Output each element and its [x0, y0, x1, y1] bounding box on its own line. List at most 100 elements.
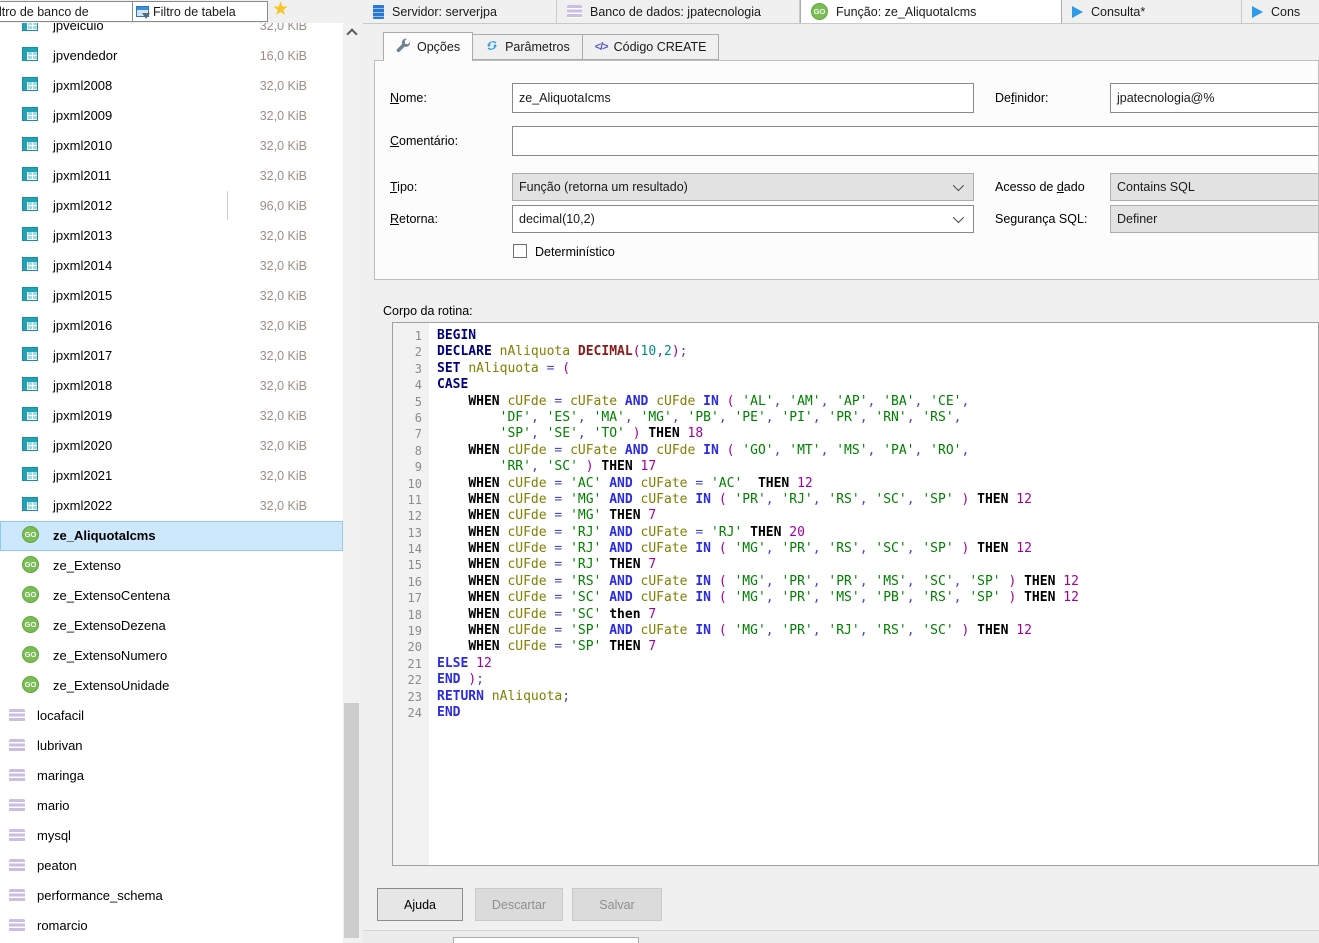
tree-item-jpxml2011[interactable]: jpxml2011 32,0 KiB — [0, 161, 343, 191]
code-line-3: SET nAliquota = ( — [437, 361, 1318, 377]
tree-item-ze_AliquotaIcms[interactable]: GOze_AliquotaIcms — [0, 521, 343, 551]
tree-item-label: locafacil — [37, 701, 84, 731]
tree-item-romarcio[interactable]: romarcio — [0, 911, 343, 941]
tree-item-label: romarcio — [37, 911, 88, 941]
tree-item-size: 32,0 KiB — [260, 23, 307, 41]
deterministico-checkbox[interactable] — [513, 244, 527, 258]
tree-item-locafacil[interactable]: locafacil — [0, 701, 343, 731]
tree-item-label: maringa — [37, 761, 84, 791]
tree-item-label: ze_ExtensoNumero — [53, 641, 167, 671]
tree-column-divider — [227, 191, 228, 220]
tab-database[interactable]: Banco de dados: jpatecnologia — [557, 0, 800, 23]
tab-opcoes[interactable]: Opções — [383, 32, 473, 61]
tab-parametros[interactable]: Parâmetros — [473, 34, 583, 60]
tree-item-size: 32,0 KiB — [260, 431, 307, 461]
tab-codigo-create[interactable]: </> Código CREATE — [583, 34, 720, 60]
tree-item-jpvendedor[interactable]: jpvendedor16,0 KiB — [0, 41, 343, 71]
tree-item-lubrivan[interactable]: lubrivan — [0, 731, 343, 761]
tree-item-jpxml2013[interactable]: jpxml201332,0 KiB — [0, 221, 343, 251]
routine-body-editor[interactable]: 123456789101112131415161718192021222324 … — [392, 322, 1319, 866]
tipo-label: Tipo: — [390, 180, 417, 194]
tree-item-mario[interactable]: mario — [0, 791, 343, 821]
tab-query-2[interactable]: Cons — [1242, 0, 1319, 23]
table-filter-input[interactable]: Filtro de tabela — [132, 1, 268, 22]
code-line-8: WHEN cUFde = cUFate AND cUFde IN ( 'GO',… — [437, 443, 1318, 459]
acesso-dados-value: Contains SQL — [1117, 180, 1195, 194]
comentario-input[interactable] — [512, 126, 1319, 156]
tree-item-jpxml2022[interactable]: jpxml202232,0 KiB — [0, 491, 343, 521]
table-icon — [22, 317, 38, 331]
tree-item-ze_ExtensoNumero[interactable]: GOze_ExtensoNumero — [0, 641, 343, 671]
tipo-dropdown[interactable]: Função (retorna um resultado) — [512, 173, 974, 201]
nome-input[interactable]: ze_AliquotaIcms — [512, 83, 974, 113]
database-icon — [9, 859, 25, 872]
tree-item-jpxml2014[interactable]: jpxml201432,0 KiB — [0, 251, 343, 281]
tree-item-label: jpxml2015 — [53, 281, 112, 311]
tree-item-jpxml2008[interactable]: jpxml200832,0 KiB — [0, 71, 343, 101]
tree-item-jpxml2012[interactable]: jpxml201296,0 KiB — [0, 191, 343, 221]
sidebar-toolbar: ltro de banco de Filtro de tabela ★ — [0, 0, 360, 23]
tree-item-jpxml2015[interactable]: jpxml201532,0 KiB — [0, 281, 343, 311]
acesso-dados-dropdown[interactable]: Contains SQL — [1110, 173, 1319, 201]
code-line-14: WHEN cUFde = 'RJ' AND cUFate IN ( 'MG', … — [437, 541, 1318, 557]
database-filter-input[interactable]: ltro de banco de — [0, 1, 135, 22]
tree-item-maringa[interactable]: maringa — [0, 761, 343, 791]
scrollbar-up-arrow-icon[interactable] — [343, 23, 360, 40]
tree-item-jpxml2018[interactable]: jpxml201832,0 KiB — [0, 371, 343, 401]
scrollbar-thumb[interactable] — [344, 703, 359, 938]
tree-item-jpxml2016[interactable]: jpxml201632,0 KiB — [0, 311, 343, 341]
table-icon — [22, 467, 38, 481]
database-icon — [9, 799, 25, 812]
tree-item-ze_ExtensoCentena[interactable]: GOze_ExtensoCentena — [0, 581, 343, 611]
tree-item-label: ze_AliquotaIcms — [53, 521, 156, 551]
tree-item-jpxml2019[interactable]: jpxml201932,0 KiB — [0, 401, 343, 431]
seguranca-sql-dropdown[interactable]: Definer — [1110, 205, 1319, 233]
tree-item-jpxml2020[interactable]: jpxml202032,0 KiB — [0, 431, 343, 461]
retorna-combobox[interactable]: decimal(10,2) — [512, 205, 974, 233]
code-line-9: 'RR', 'SC' ) THEN 17 — [437, 459, 1318, 475]
tab-function[interactable]: GO Função: ze_AliquotaIcms — [800, 0, 1062, 23]
tree-item-size: 32,0 KiB — [260, 491, 307, 521]
tree-item-peaton[interactable]: peaton — [0, 851, 343, 881]
line-number: 11 — [393, 492, 429, 508]
ajuda-button[interactable]: Ajuda — [377, 888, 463, 921]
table-icon — [22, 107, 38, 121]
tab-database-label: Banco de dados: jpatecnologia — [590, 5, 761, 19]
code-line-12: WHEN cUFde = 'MG' THEN 7 — [437, 508, 1318, 524]
tree-item-jpxml2010[interactable]: jpxml201032,0 KiB — [0, 131, 343, 161]
table-icon — [22, 227, 38, 241]
code-line-5: WHEN cUFde = cUFate AND cUFde IN ( 'AL',… — [437, 394, 1318, 410]
line-number: 2 — [393, 344, 429, 360]
line-number-gutter: 123456789101112131415161718192021222324 — [393, 323, 429, 865]
tree-item-jpxml2009[interactable]: jpxml200932,0 KiB — [0, 101, 343, 131]
definidor-input[interactable]: jpatecnologia@% — [1110, 83, 1319, 113]
tree-item-label: ze_ExtensoDezena — [53, 611, 166, 641]
tree-item-label: ze_ExtensoCentena — [53, 581, 170, 611]
table-icon — [22, 167, 38, 181]
line-number: 22 — [393, 672, 429, 688]
tree-item-mysql[interactable]: mysql — [0, 821, 343, 851]
line-number: 19 — [393, 623, 429, 639]
tree-item-performance_schema[interactable]: performance_schema — [0, 881, 343, 911]
line-number: 5 — [393, 394, 429, 410]
tree-item-ze_Extenso[interactable]: GOze_Extenso — [0, 551, 343, 581]
tree-item-label: jpxml2014 — [53, 251, 112, 281]
table-icon — [22, 257, 38, 271]
tree-item-jpxml2017[interactable]: jpxml201732,0 KiB — [0, 341, 343, 371]
tree-item-ze_ExtensoDezena[interactable]: GOze_ExtensoDezena — [0, 611, 343, 641]
tree-item-size: 32,0 KiB — [260, 161, 307, 191]
tab-server[interactable]: Servidor: serverjpa — [363, 0, 557, 23]
tree-item-jpveiculo[interactable]: jpveiculo32,0 KiB — [0, 23, 343, 41]
tab-query-2-label: Cons — [1271, 5, 1300, 19]
tree-scrollbar[interactable] — [343, 23, 360, 943]
bottom-partial-panel — [453, 937, 639, 943]
tab-codigo-create-label: Código CREATE — [614, 40, 707, 54]
tree-item-label: jpxml2011 — [53, 161, 111, 191]
tree-item-ze_ExtensoUnidade[interactable]: GOze_ExtensoUnidade — [0, 671, 343, 701]
tab-query[interactable]: Consulta* — [1062, 0, 1242, 23]
tree-item-jpxml2021[interactable]: jpxml202132,0 KiB — [0, 461, 343, 491]
database-tree[interactable]: jpveiculo32,0 KiBjpvendedor16,0 KiBjpxml… — [0, 23, 343, 943]
table-icon — [22, 437, 38, 451]
favorites-star-icon[interactable]: ★ — [272, 0, 289, 21]
retorna-value: decimal(10,2) — [519, 212, 595, 226]
